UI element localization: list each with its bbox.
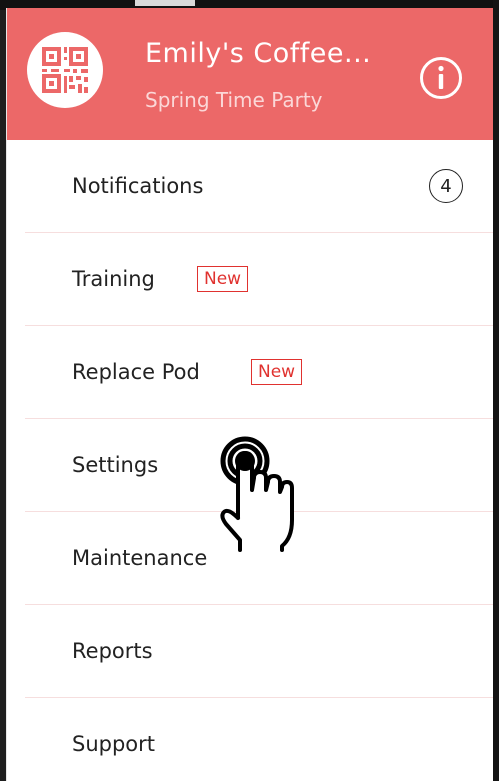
drawer-header: Emily's Coffee... Spring Time Party (7, 8, 494, 140)
qr-code-icon (42, 47, 88, 93)
new-badge: New (251, 359, 303, 385)
menu-item-notifications[interactable]: Notifications 4 (25, 140, 494, 233)
side-drawer: Emily's Coffee... Spring Time Party Noti… (6, 8, 494, 781)
status-indicator (135, 0, 195, 6)
menu-item-label: Notifications (72, 174, 204, 198)
menu-item-label: Training (72, 267, 155, 291)
menu-item-replace-pod[interactable]: Replace Pod New (25, 326, 494, 419)
info-button[interactable] (419, 56, 463, 100)
app-frame: Emily's Coffee... Spring Time Party Noti… (0, 0, 499, 781)
notification-count-badge: 4 (429, 169, 463, 203)
menu-item-support[interactable]: Support (25, 698, 494, 781)
menu-item-label: Reports (72, 639, 153, 663)
menu-item-training[interactable]: Training New (25, 233, 494, 326)
menu-item-label: Maintenance (72, 546, 208, 570)
background-edge (493, 0, 499, 781)
menu-item-settings[interactable]: Settings (25, 419, 494, 512)
menu-item-reports[interactable]: Reports (25, 605, 494, 698)
menu-item-maintenance[interactable]: Maintenance (25, 512, 494, 605)
drawer-menu: Notifications 4 Training New Replace Pod… (7, 140, 494, 781)
avatar[interactable] (27, 32, 103, 108)
new-badge: New (197, 266, 249, 292)
menu-item-label: Settings (72, 453, 159, 477)
venue-title: Emily's Coffee... (145, 38, 372, 69)
info-icon (420, 57, 462, 99)
menu-item-label: Replace Pod (72, 360, 200, 384)
menu-item-label: Support (72, 732, 156, 756)
event-subtitle: Spring Time Party (145, 88, 323, 112)
